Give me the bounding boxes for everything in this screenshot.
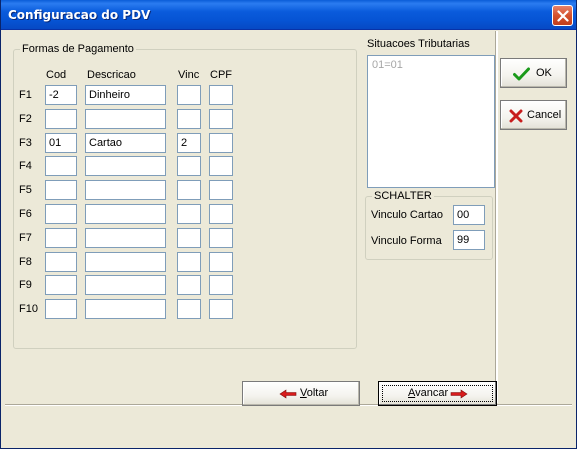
- cpf-field[interactable]: [209, 299, 233, 319]
- descricao-field[interactable]: [85, 228, 166, 248]
- cancel-label: Cancel: [527, 109, 562, 121]
- vinculo-cartao-label: Vinculo Cartao: [371, 209, 443, 221]
- next-label: Avancar: [408, 387, 449, 399]
- vinc-field[interactable]: [177, 275, 201, 295]
- vinc-field[interactable]: [177, 85, 201, 105]
- cpf-field[interactable]: [209, 85, 233, 105]
- vinc-field[interactable]: [177, 299, 201, 319]
- dialog-window: Configuracao do PDV Formas de Pagamento …: [0, 0, 577, 449]
- close-icon: [557, 10, 569, 22]
- vinc-field[interactable]: [177, 252, 201, 272]
- descricao-field[interactable]: [85, 252, 166, 272]
- cod-field[interactable]: [45, 228, 77, 248]
- descricao-field[interactable]: Dinheiro: [85, 85, 166, 105]
- cpf-field[interactable]: [209, 109, 233, 129]
- cpf-field[interactable]: [209, 228, 233, 248]
- vinc-field[interactable]: [177, 156, 201, 176]
- cod-field[interactable]: [45, 252, 77, 272]
- header-cod: Cod: [46, 69, 67, 81]
- cancel-button[interactable]: Cancel: [500, 100, 567, 130]
- main-panel: Formas de Pagamento Cod Descricao Vinc C…: [5, 31, 497, 403]
- cpf-field[interactable]: [209, 156, 233, 176]
- vinc-field[interactable]: [177, 109, 201, 129]
- window-title: Configuracao do PDV: [8, 8, 151, 22]
- vinc-field[interactable]: 2: [177, 133, 201, 153]
- cod-field[interactable]: [45, 299, 77, 319]
- row-key-label: F8: [19, 256, 32, 268]
- vinculo-cartao-field[interactable]: 00: [453, 205, 485, 225]
- cod-field[interactable]: -2: [45, 85, 77, 105]
- row-key-label: F9: [19, 279, 32, 291]
- descricao-field[interactable]: [85, 156, 166, 176]
- ok-button[interactable]: OK: [500, 58, 567, 88]
- payment-methods-title: Formas de Pagamento: [20, 43, 136, 55]
- cod-field[interactable]: [45, 180, 77, 200]
- cpf-field[interactable]: [209, 252, 233, 272]
- row-key-label: F3: [19, 137, 32, 149]
- bottom-panel: [5, 404, 572, 445]
- row-key-label: F2: [19, 113, 32, 125]
- cod-field[interactable]: [45, 204, 77, 224]
- vinc-field[interactable]: [177, 228, 201, 248]
- row-key-label: F5: [19, 184, 32, 196]
- list-item[interactable]: 01=01: [372, 59, 403, 71]
- row-key-label: F7: [19, 232, 32, 244]
- arrow-right-icon: [450, 389, 468, 399]
- vinc-field[interactable]: [177, 180, 201, 200]
- cpf-field[interactable]: [209, 180, 233, 200]
- vinc-field[interactable]: [177, 204, 201, 224]
- tributarias-label: Situacoes Tributarias: [367, 38, 470, 50]
- back-button[interactable]: Voltar: [242, 381, 360, 406]
- ok-label: OK: [536, 67, 552, 79]
- x-icon: [509, 109, 523, 123]
- descricao-field[interactable]: [85, 180, 166, 200]
- header-descricao: Descricao: [87, 69, 136, 81]
- descricao-field[interactable]: Cartao: [85, 133, 166, 153]
- next-button[interactable]: Avancar: [378, 381, 497, 406]
- cod-field[interactable]: [45, 156, 77, 176]
- cod-field[interactable]: [45, 275, 77, 295]
- row-key-label: F1: [19, 89, 32, 101]
- cpf-field[interactable]: [209, 204, 233, 224]
- tributarias-listbox[interactable]: 01=01: [367, 55, 495, 188]
- title-bar[interactable]: Configuracao do PDV: [1, 0, 576, 30]
- close-button[interactable]: [552, 5, 573, 26]
- cod-field[interactable]: 01: [45, 133, 77, 153]
- arrow-left-icon: [279, 389, 297, 399]
- vinculo-forma-field[interactable]: 99: [453, 230, 485, 250]
- vinculo-forma-label: Vinculo Forma: [371, 235, 442, 247]
- row-key-label: F10: [19, 303, 38, 315]
- descricao-field[interactable]: [85, 109, 166, 129]
- descricao-field[interactable]: [85, 299, 166, 319]
- cod-field[interactable]: [45, 109, 77, 129]
- row-key-label: F4: [19, 160, 32, 172]
- header-cpf: CPF: [210, 69, 232, 81]
- back-label: Voltar: [300, 387, 329, 399]
- header-vinc: Vinc: [178, 69, 200, 81]
- schalter-title: SCHALTER: [372, 190, 434, 202]
- descricao-field[interactable]: [85, 275, 166, 295]
- descricao-field[interactable]: [85, 204, 166, 224]
- cpf-field[interactable]: [209, 275, 233, 295]
- cpf-field[interactable]: [209, 133, 233, 153]
- check-icon: [513, 67, 530, 81]
- row-key-label: F6: [19, 208, 32, 220]
